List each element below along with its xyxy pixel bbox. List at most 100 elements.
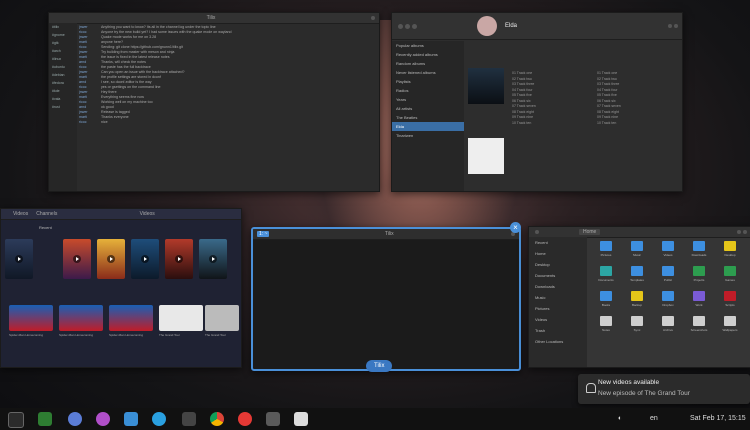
- folder-icon[interactable]: [724, 241, 736, 251]
- folder-icon[interactable]: [600, 316, 612, 326]
- video-thumb[interactable]: [109, 305, 153, 331]
- tab-videos[interactable]: Videos: [13, 211, 28, 217]
- places-item[interactable]: Trash: [529, 325, 587, 336]
- video-poster[interactable]: [97, 239, 125, 279]
- folder-icon[interactable]: [600, 241, 612, 251]
- folder-label[interactable]: Projects: [688, 278, 710, 282]
- channel-item[interactable]: #gtk: [49, 39, 77, 47]
- places-item[interactable]: Desktop: [529, 259, 587, 270]
- nick[interactable]: ricoc: [79, 120, 101, 125]
- places-item[interactable]: Downloads: [529, 281, 587, 292]
- folder-icon[interactable]: [662, 266, 674, 276]
- titlebar[interactable]: Tilix: [49, 13, 379, 24]
- tilix-log-window[interactable]: Tilix #tilix #gnome #gtk #arch #linux #u…: [48, 12, 380, 192]
- folder-label[interactable]: Templates: [626, 278, 648, 282]
- terminal-window-selected[interactable]: 1: ~ Tilix: [251, 227, 521, 371]
- telegram-app-icon[interactable]: [152, 412, 166, 426]
- settings-app-icon[interactable]: [266, 412, 280, 426]
- places-item[interactable]: Pictures: [529, 303, 587, 314]
- places-item[interactable]: Home: [529, 248, 587, 259]
- sidebar-item[interactable]: Years: [392, 95, 464, 104]
- track-row[interactable]: 10 Track ten: [512, 121, 592, 127]
- play-icon[interactable]: [209, 255, 217, 263]
- folder-icon[interactable]: [631, 316, 643, 326]
- files-window[interactable]: Home Recent Home Desktop Documents Downloads…: [528, 226, 750, 368]
- play-icon[interactable]: [405, 23, 410, 29]
- prev-icon[interactable]: [398, 23, 403, 29]
- play-icon[interactable]: [141, 255, 149, 263]
- places-item[interactable]: Recent: [529, 237, 587, 248]
- cube-app-icon[interactable]: [124, 412, 138, 426]
- folder-icon[interactable]: [600, 266, 612, 276]
- channel-item[interactable]: #tilix: [49, 23, 77, 31]
- artist-item[interactable]: The Beatles: [392, 113, 464, 122]
- channel-item[interactable]: #linux: [49, 55, 77, 63]
- folder-icon[interactable]: [631, 241, 643, 251]
- search-icon[interactable]: [737, 230, 741, 234]
- folder-label[interactable]: Music: [626, 253, 648, 257]
- sidebar-item[interactable]: Radios: [392, 86, 464, 95]
- video-poster[interactable]: [131, 239, 159, 279]
- folder-icon[interactable]: [724, 316, 736, 326]
- folder-label[interactable]: Downloads: [688, 253, 710, 257]
- places-item[interactable]: Other Locations: [529, 336, 587, 347]
- channel-item[interactable]: #arch: [49, 47, 77, 55]
- folder-icon[interactable]: [724, 266, 736, 276]
- menu-icon[interactable]: [743, 230, 747, 234]
- network-icon[interactable]: ◐: [618, 415, 622, 422]
- folder-label[interactable]: Desktop: [719, 253, 741, 257]
- path-bar[interactable]: Home: [579, 229, 601, 235]
- folder-label[interactable]: Documents: [595, 278, 617, 282]
- close-window-icon[interactable]: ×: [510, 222, 521, 233]
- artist-item-selected[interactable]: Elda: [392, 122, 464, 131]
- play-icon[interactable]: [73, 255, 81, 263]
- sheets-app-icon[interactable]: [38, 412, 52, 426]
- folder-icon[interactable]: [724, 291, 736, 301]
- places-item[interactable]: Music: [529, 292, 587, 303]
- music-player-window[interactable]: Elda Popular albums Recently added album…: [391, 12, 683, 192]
- tab-channels[interactable]: Channels: [36, 211, 57, 217]
- search-icon[interactable]: [668, 24, 672, 28]
- video-thumb[interactable]: [205, 305, 239, 331]
- play-icon[interactable]: [175, 255, 183, 263]
- folder-label[interactable]: Pictures: [595, 253, 617, 257]
- sidebar-item[interactable]: Random albums: [392, 59, 464, 68]
- folder-label[interactable]: Archive: [657, 328, 679, 332]
- videos-window[interactable]: Videos Channels Videos Recent Spider-Man…: [0, 208, 242, 368]
- folder-icon[interactable]: [631, 291, 643, 301]
- terminal-tab[interactable]: 1: ~: [257, 231, 270, 237]
- notification-banner[interactable]: New videos available New episode of The …: [578, 374, 750, 404]
- folder-label[interactable]: Scripts: [719, 303, 741, 307]
- folder-label[interactable]: Dropbox: [657, 303, 679, 307]
- folder-label[interactable]: Wallpapers: [719, 328, 741, 332]
- channel-item[interactable]: #vala: [49, 95, 77, 103]
- places-item[interactable]: Videos: [529, 314, 587, 325]
- terminal-titlebar[interactable]: 1: ~ Tilix: [253, 229, 519, 240]
- folder-label[interactable]: Videos: [657, 253, 679, 257]
- sidebar-item[interactable]: All artists: [392, 104, 464, 113]
- video-thumb[interactable]: [9, 305, 53, 331]
- notes-app-icon[interactable]: [294, 412, 308, 426]
- folder-label[interactable]: Games: [719, 278, 741, 282]
- folder-label[interactable]: Screenshots: [688, 328, 710, 332]
- music-headerbar[interactable]: Elda: [392, 13, 682, 40]
- files-app-icon[interactable]: [182, 412, 196, 426]
- channel-item[interactable]: #gnome: [49, 31, 77, 39]
- channel-item[interactable]: #fedora: [49, 79, 77, 87]
- help-app-icon[interactable]: [238, 412, 252, 426]
- folder-label[interactable]: Sync: [626, 328, 648, 332]
- folder-icon[interactable]: [693, 291, 705, 301]
- folder-icon[interactable]: [693, 266, 705, 276]
- album-cover[interactable]: [468, 68, 504, 104]
- folder-icon[interactable]: [631, 266, 643, 276]
- clock[interactable]: Sat Feb 17, 15:15: [690, 415, 746, 422]
- channel-item[interactable]: #debian: [49, 71, 77, 79]
- folder-icon[interactable]: [693, 316, 705, 326]
- folder-icon[interactable]: [662, 291, 674, 301]
- track-row[interactable]: 10 Track ten: [597, 121, 677, 127]
- channel-item[interactable]: #kde: [49, 87, 77, 95]
- video-poster[interactable]: [5, 239, 33, 279]
- keyboard-layout[interactable]: en: [650, 415, 658, 422]
- album-cover[interactable]: [468, 138, 504, 174]
- terminal-app-icon[interactable]: [8, 412, 24, 428]
